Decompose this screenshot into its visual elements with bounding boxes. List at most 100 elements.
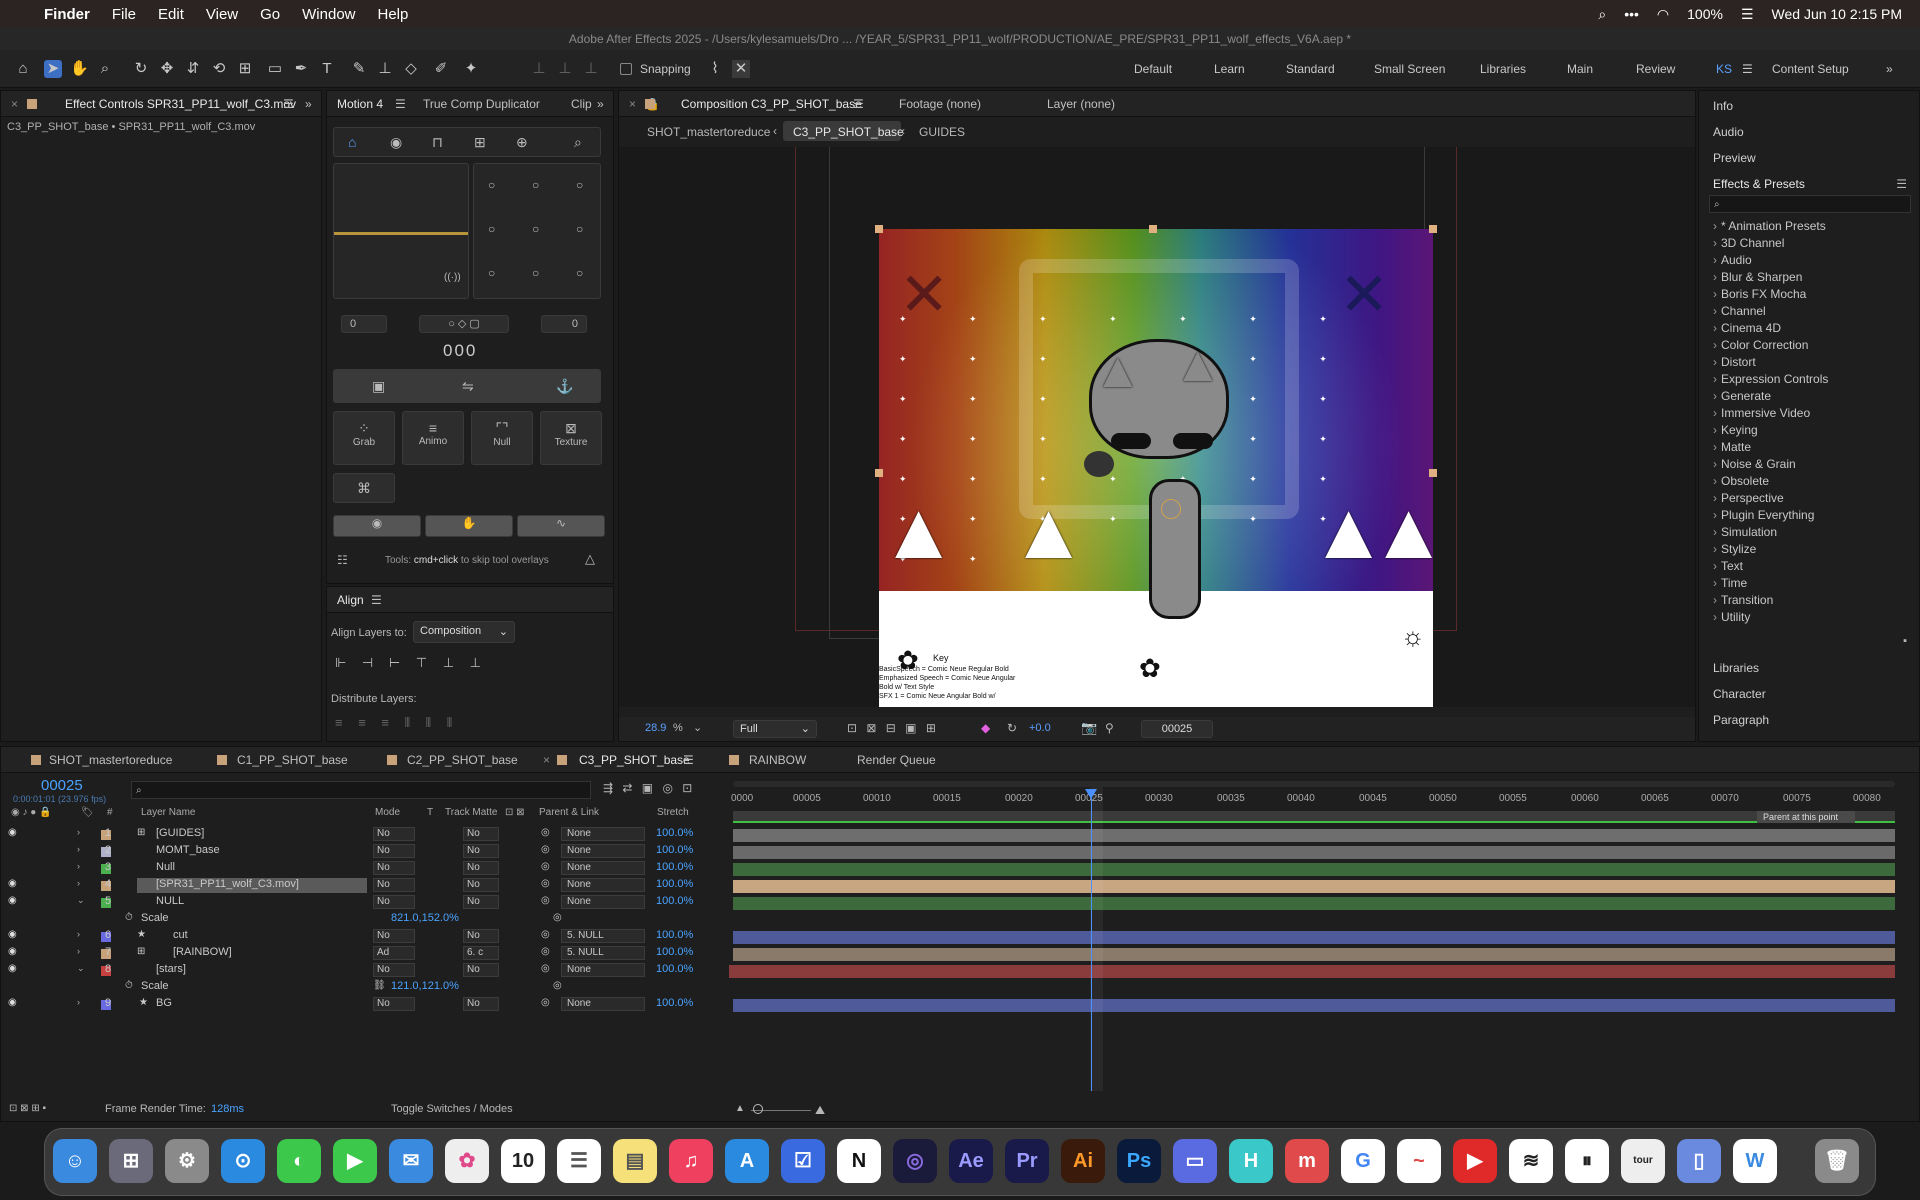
transform-handle[interactable] xyxy=(875,469,883,477)
home-icon[interactable]: ⌂ xyxy=(14,60,32,78)
battery-label[interactable]: 100% xyxy=(1687,6,1723,22)
target-mode-icon[interactable]: ⊕ xyxy=(516,134,528,151)
reminders-icon[interactable]: ☰ xyxy=(557,1139,601,1183)
expand-chevron-icon[interactable]: › xyxy=(77,946,80,956)
zoom-in-icon[interactable]: ⛰ xyxy=(815,1103,825,1118)
column-parent[interactable]: Parent & Link xyxy=(539,807,599,818)
pick-whip-icon[interactable]: ◎ xyxy=(541,946,550,957)
work-area-bar[interactable] xyxy=(733,781,1895,787)
new-folder-icon[interactable]: ▪ xyxy=(1903,635,1907,647)
pick-whip-icon[interactable]: ◎ xyxy=(541,827,550,838)
parent-dropdown[interactable]: None xyxy=(561,895,645,909)
libraries-panel-header[interactable]: Libraries xyxy=(1713,661,1759,675)
scale-value[interactable]: 821.0,152.0% xyxy=(391,912,459,924)
notion-icon[interactable]: N xyxy=(837,1139,881,1183)
workspace-small-screen[interactable]: Small Screen xyxy=(1374,62,1445,76)
track-matte-dropdown[interactable]: No xyxy=(463,844,499,858)
pan-behind-tool-icon[interactable]: ⊞ xyxy=(236,60,254,78)
tab-motion[interactable]: Motion 4 xyxy=(337,97,383,111)
hand-toggle-button[interactable]: ✋ xyxy=(425,515,513,537)
visibility-icon[interactable]: ◉ xyxy=(8,963,17,974)
broadcast-icon[interactable]: ((·)) xyxy=(444,272,461,283)
character-panel-header[interactable]: Character xyxy=(1713,687,1766,701)
animo-button[interactable]: ≡ Animo xyxy=(402,411,464,465)
effects-category[interactable]: Audio xyxy=(1713,253,1752,267)
trash-icon[interactable]: 🗑 xyxy=(1815,1139,1859,1183)
layer-row-2[interactable]: › 2 MOMT_base No No ◎ None 100.0% xyxy=(1,844,729,861)
parent-dropdown[interactable]: None xyxy=(561,997,645,1011)
transform-handle[interactable] xyxy=(1429,469,1437,477)
effects-presets-header[interactable]: Effects & Presets xyxy=(1713,177,1805,191)
layer-bar[interactable] xyxy=(729,965,1895,978)
tab-layer[interactable]: Layer (none) xyxy=(1047,97,1115,111)
snap-features-icon[interactable]: ✕ xyxy=(732,60,750,78)
blend-mode-dropdown[interactable]: No xyxy=(373,963,415,977)
composition-viewer[interactable]: ✕ ✕ ✦ ✦ ✦ ✦ ✦ ✦ ✦ ✦ ✦ ✦ ✦ ✦ ✦ ✦ ✦ ✦ ✦ ✦ … xyxy=(619,147,1695,707)
visibility-icon[interactable]: ◉ xyxy=(8,997,17,1008)
tab-rainbow[interactable]: RAINBOW xyxy=(749,753,806,767)
stretch-value[interactable]: 100.0% xyxy=(656,895,693,907)
collapse-chevron-icon[interactable]: ⌄ xyxy=(77,963,85,974)
track-matte-dropdown[interactable]: No xyxy=(463,963,499,977)
app-store-icon[interactable]: A xyxy=(725,1139,769,1183)
hand-tool-icon[interactable]: ✋ xyxy=(70,60,89,78)
easing-graph[interactable]: ((·)) xyxy=(333,163,469,299)
motion-field-right[interactable]: 0 xyxy=(541,315,587,333)
motion-field-left[interactable]: 0 xyxy=(341,315,387,333)
effects-category[interactable]: Simulation xyxy=(1713,525,1777,539)
rotate-tool-icon[interactable]: ⟲ xyxy=(210,60,228,78)
curve-toggle-button[interactable]: ∿ xyxy=(517,515,605,537)
texture-button[interactable]: ⊠ Texture xyxy=(540,411,602,465)
timeline-menu-icon[interactable]: ☰ xyxy=(683,753,694,767)
effects-category[interactable]: Plugin Everything xyxy=(1713,508,1814,522)
column-track-matte[interactable]: Track Matte xyxy=(445,807,497,818)
pick-whip-icon[interactable]: ◎ xyxy=(541,963,550,974)
chevron-down-icon[interactable]: ⌄ xyxy=(693,721,702,734)
notes-icon[interactable]: ▤ xyxy=(613,1139,657,1183)
channel-icon[interactable]: ◆ xyxy=(981,721,990,735)
visibility-icon[interactable]: ◉ xyxy=(8,878,17,889)
parent-dropdown[interactable]: 5. NULL xyxy=(561,929,645,943)
paragraph-panel-header[interactable]: Paragraph xyxy=(1713,713,1769,727)
roto-brush-tool-icon[interactable]: ✐ xyxy=(432,60,450,78)
workspace-default[interactable]: Default xyxy=(1134,62,1172,76)
stopwatch-icon[interactable]: ⏱ xyxy=(125,912,133,923)
workspace-menu-icon[interactable]: ☰ xyxy=(1742,62,1753,76)
pick-whip-icon[interactable]: ◎ xyxy=(541,929,550,940)
layer-name[interactable]: Null xyxy=(156,861,175,873)
track-matte-dropdown[interactable]: No xyxy=(463,929,499,943)
blend-mode-dropdown[interactable]: No xyxy=(373,861,415,875)
pick-whip-icon[interactable]: ◎ xyxy=(541,861,550,872)
screens-icon[interactable]: ▭ xyxy=(1173,1139,1217,1183)
blend-mode-dropdown[interactable]: No xyxy=(373,895,415,909)
blend-mode-dropdown[interactable]: No xyxy=(373,878,415,892)
command-button[interactable]: ⌘ xyxy=(333,473,395,503)
visibility-icon[interactable]: ◉ xyxy=(8,929,17,940)
expand-chevron-icon[interactable]: › xyxy=(77,844,80,854)
parent-dropdown[interactable]: None xyxy=(561,844,645,858)
brush-tool-icon[interactable]: ✎ xyxy=(350,60,368,78)
zoom-tool-icon[interactable]: ⌕ xyxy=(96,60,114,78)
close-icon[interactable]: × xyxy=(543,753,550,767)
anchor-point[interactable] xyxy=(1161,499,1181,519)
effects-category[interactable]: Blur & Sharpen xyxy=(1713,270,1802,284)
snapping-checkbox[interactable] xyxy=(620,63,632,75)
photos-icon[interactable]: ✿ xyxy=(445,1139,489,1183)
copy-icon[interactable]: ▣ xyxy=(372,378,385,395)
layer-name[interactable]: [SPR31_PP11_wolf_C3.mov] xyxy=(156,878,299,890)
parent-dropdown[interactable]: 5. NULL xyxy=(561,946,645,960)
wifi-icon[interactable]: ◠ xyxy=(1657,6,1669,23)
breadcrumb-item-0[interactable]: SHOT_mastertoreduce xyxy=(647,125,770,139)
track-matte-dropdown[interactable]: No xyxy=(463,861,499,875)
eraser-tool-icon[interactable]: ◇ xyxy=(402,60,420,78)
tab-c2-pp-shot-base[interactable]: C2_PP_SHOT_base xyxy=(407,753,518,767)
anchor-icon[interactable]: ⚓ xyxy=(556,378,573,395)
expand-chevron-icon[interactable]: › xyxy=(77,997,80,1007)
layer-name[interactable]: cut xyxy=(173,929,188,941)
layer-row-4[interactable]: ◉ › 4 [SPR31_PP11_wolf_C3.mov] No No ◎ N… xyxy=(1,878,729,895)
after-effects-icon[interactable]: Ae xyxy=(949,1139,993,1183)
layer-bar[interactable] xyxy=(733,863,1895,876)
tourbox-icon[interactable]: tour xyxy=(1621,1139,1665,1183)
transform-handle[interactable] xyxy=(875,225,883,233)
parent-dropdown[interactable]: None xyxy=(561,827,645,841)
